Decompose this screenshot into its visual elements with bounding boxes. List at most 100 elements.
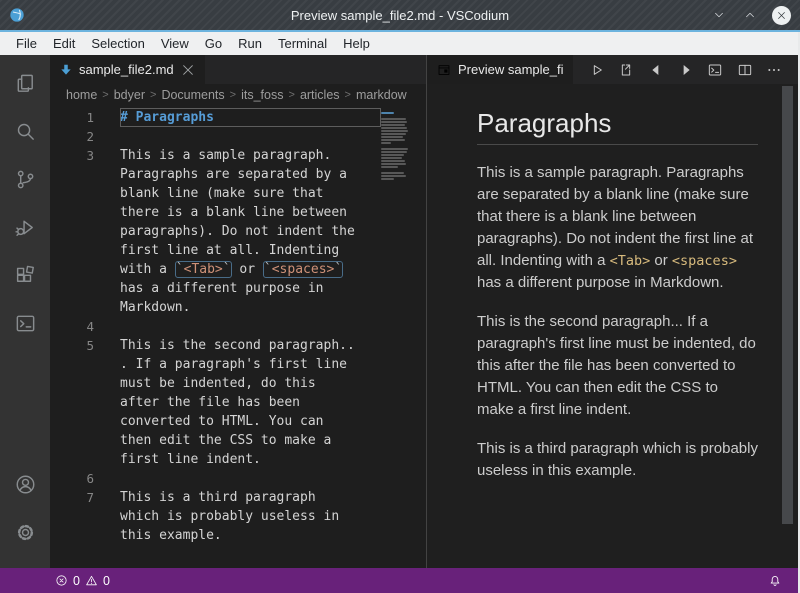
preview-inline-code: <Tab> xyxy=(610,253,651,269)
maximize-button[interactable] xyxy=(741,6,759,24)
editor-line-text[interactable] xyxy=(120,317,381,336)
editor-line-text[interactable]: converted to HTML. You can xyxy=(120,412,381,431)
tab-sample-file2[interactable]: sample_file2.md xyxy=(50,55,205,84)
account-icon[interactable] xyxy=(1,460,49,508)
markdown-file-icon xyxy=(59,63,73,77)
tab-close-icon[interactable] xyxy=(180,62,196,78)
menu-run[interactable]: Run xyxy=(230,36,270,51)
line-number xyxy=(50,431,94,450)
editor-line-text[interactable]: This is a third paragraph xyxy=(120,488,381,507)
line-number xyxy=(50,222,94,241)
editor-line-text[interactable]: . If a paragraph's first line xyxy=(120,355,381,374)
editor-line-text[interactable]: blank line (make sure that xyxy=(120,184,381,203)
problems-button[interactable]: 0 0 xyxy=(55,574,110,588)
warning-triangle-icon xyxy=(85,574,98,587)
editor-line-text[interactable]: Markdown. xyxy=(120,298,381,317)
menu-help[interactable]: Help xyxy=(335,36,378,51)
inline-code-token: `<Tab>` xyxy=(175,261,232,278)
split-editor-button[interactable] xyxy=(735,60,755,80)
editor-line-text[interactable]: with a `<Tab>` or `<spaces>` xyxy=(120,260,381,279)
editor-line-text[interactable]: first line indent. xyxy=(120,450,381,469)
editor-line-text[interactable]: This is the second paragraph.. xyxy=(120,336,381,355)
line-number xyxy=(50,241,94,260)
menu-file[interactable]: File xyxy=(8,36,45,51)
editor-line: . If a paragraph's first line xyxy=(50,355,381,374)
line-number xyxy=(50,450,94,469)
minimize-button[interactable] xyxy=(710,6,728,24)
breadcrumb-separator: > xyxy=(289,89,295,101)
breadcrumb-item-articles[interactable]: articles xyxy=(300,88,340,102)
line-number xyxy=(50,279,94,298)
menu-selection[interactable]: Selection xyxy=(83,36,152,51)
preview-heading: Paragraphs xyxy=(477,112,758,145)
terminal-panel-icon[interactable] xyxy=(1,299,49,347)
forward-button[interactable] xyxy=(676,60,696,80)
editor-line-text[interactable]: Paragraphs are separated by a xyxy=(120,165,381,184)
extensions-icon[interactable] xyxy=(1,251,49,299)
back-icon xyxy=(648,62,664,78)
close-button[interactable] xyxy=(772,6,791,25)
editor-line-text[interactable]: after the file has been xyxy=(120,393,381,412)
editor-line-text[interactable]: first line at all. Indenting xyxy=(120,241,381,260)
editor-line: Markdown. xyxy=(50,298,381,317)
minimap[interactable] xyxy=(381,105,413,568)
editor-line-text[interactable]: paragraphs). Do not indent the xyxy=(120,222,381,241)
line-number xyxy=(50,355,94,374)
menu-edit[interactable]: Edit xyxy=(45,36,83,51)
menu-go[interactable]: Go xyxy=(197,36,230,51)
editor-line: 6 xyxy=(50,469,381,488)
preview-tab-label: Preview sample_fi xyxy=(458,62,564,77)
preview-scrollbar[interactable] xyxy=(782,86,793,524)
editor-line-text[interactable]: then edit the CSS to make a xyxy=(120,431,381,450)
error-circle-icon xyxy=(55,574,68,587)
inline-code-token: `<spaces>` xyxy=(263,261,343,278)
preview-layout-icon xyxy=(437,63,451,77)
line-number: 4 xyxy=(50,317,94,336)
preview-content: Paragraphs This is a sample paragraph. P… xyxy=(427,84,798,568)
breadcrumb-item-Documents[interactable]: Documents xyxy=(161,88,224,102)
editor-line-text[interactable] xyxy=(120,127,381,146)
editor-scrollbar-track[interactable] xyxy=(413,105,426,568)
breadcrumb: home>bdyer>Documents>its_foss>articles>m… xyxy=(50,84,426,105)
editor-line-text[interactable]: must be indented, do this xyxy=(120,374,381,393)
run-button[interactable] xyxy=(587,60,607,80)
search-icon[interactable] xyxy=(1,107,49,155)
editor-line: 4 xyxy=(50,317,381,336)
terminal-button[interactable] xyxy=(705,60,725,80)
editor-line-text[interactable] xyxy=(120,469,381,488)
menu-view[interactable]: View xyxy=(153,36,197,51)
editor-line-text[interactable]: # Paragraphs xyxy=(120,108,381,127)
editor-line-text[interactable]: This is a sample paragraph. xyxy=(120,146,381,165)
more-actions-button[interactable] xyxy=(764,60,784,80)
editor-line: there is a blank line between xyxy=(50,203,381,222)
open-preview-button[interactable] xyxy=(616,60,636,80)
breadcrumb-item-bdyer[interactable]: bdyer xyxy=(114,88,145,102)
back-button[interactable] xyxy=(646,60,666,80)
source-control-icon[interactable] xyxy=(1,155,49,203)
preview-inline-code: <spaces> xyxy=(672,253,737,269)
markdown-editor[interactable]: 1# Paragraphs23This is a sample paragrap… xyxy=(50,105,426,568)
line-number xyxy=(50,298,94,317)
editor-line-text[interactable]: this example. xyxy=(120,526,381,545)
terminal-icon xyxy=(707,62,723,78)
breadcrumb-item-home[interactable]: home xyxy=(66,88,97,102)
editor-line: paragraphs). Do not indent the xyxy=(50,222,381,241)
editor-line: blank line (make sure that xyxy=(50,184,381,203)
run-debug-icon[interactable] xyxy=(1,203,49,251)
files-icon[interactable] xyxy=(1,59,49,107)
tab-preview[interactable]: Preview sample_fi xyxy=(427,55,573,84)
breadcrumb-item-markdow[interactable]: markdow xyxy=(356,88,407,102)
breadcrumb-item-its_foss[interactable]: its_foss xyxy=(241,88,283,102)
line-number: 7 xyxy=(50,488,94,507)
split-editor-icon xyxy=(737,62,753,78)
editor-line: then edit the CSS to make a xyxy=(50,431,381,450)
line-number xyxy=(50,374,94,393)
notifications-button[interactable] xyxy=(768,574,782,588)
editor-line-text[interactable]: which is probably useless in xyxy=(120,507,381,526)
settings-gear-icon[interactable] xyxy=(1,508,49,556)
menu-terminal[interactable]: Terminal xyxy=(270,36,335,51)
editor-line: with a `<Tab>` or `<spaces>` xyxy=(50,260,381,279)
editor-line: converted to HTML. You can xyxy=(50,412,381,431)
editor-line-text[interactable]: has a different purpose in xyxy=(120,279,381,298)
editor-line-text[interactable]: there is a blank line between xyxy=(120,203,381,222)
